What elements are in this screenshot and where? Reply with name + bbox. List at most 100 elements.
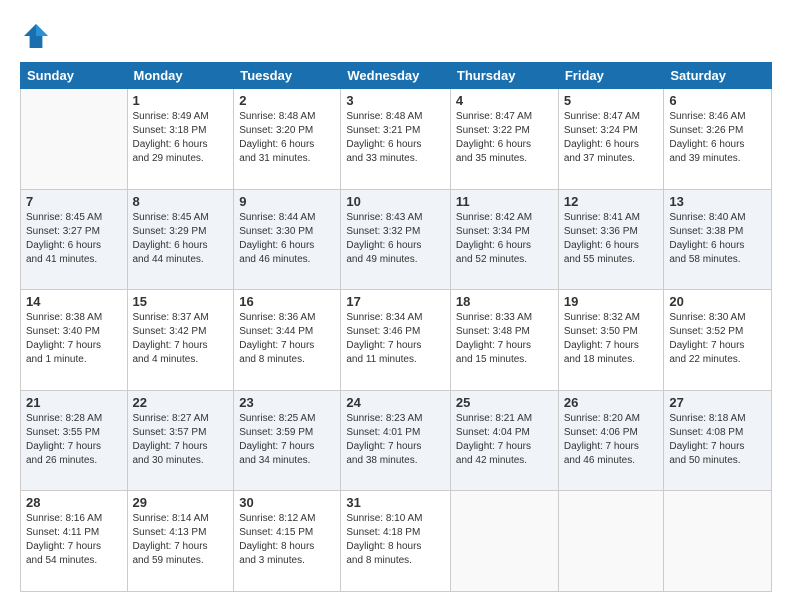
calendar-day-cell: 20 Sunrise: 8:30 AM Sunset: 3:52 PM Dayli… [664, 290, 772, 391]
day-info: Sunrise: 8:48 AM Sunset: 3:21 PM Dayligh… [346, 110, 445, 166]
weekday-header-monday: Monday [127, 63, 234, 89]
calendar-day-cell: 23Sunrise: 8:25 AM Sunset: 3:59 PM Dayli… [234, 390, 341, 491]
day-info: Sunrise: 8:47 AM Sunset: 3:22 PM Dayligh… [456, 110, 553, 166]
day-number: 11 [456, 194, 553, 209]
day-info: Sunrise: 8:10 AM Sunset: 4:18 PM Dayligh… [346, 512, 445, 568]
weekday-header-row: SundayMondayTuesdayWednesdayThursdayFrid… [21, 63, 772, 89]
header [20, 20, 772, 52]
day-info: Sunrise: 8:41 AM Sunset: 3:36 PM Dayligh… [564, 211, 659, 267]
day-number: 31 [346, 495, 445, 510]
day-number: 17 [346, 294, 445, 309]
calendar-day-cell: 28 Sunrise: 8:16 AM Sunset: 4:11 PM Dayli… [21, 491, 128, 592]
day-number: 4 [456, 93, 553, 108]
calendar-week-row: 21 Sunrise: 8:28 AM Sunset: 3:55 PM Dayli… [21, 390, 772, 491]
day-number: 30 [239, 495, 335, 510]
calendar-day-cell: 16Sunrise: 8:36 AM Sunset: 3:44 PM Dayli… [234, 290, 341, 391]
calendar-week-row: 7 Sunrise: 8:45 AM Sunset: 3:27 PM Daylig… [21, 189, 772, 290]
day-info: Sunrise: 8:14 AM Sunset: 4:13 PM Dayligh… [133, 512, 229, 568]
day-number: 3 [346, 93, 445, 108]
weekday-header-saturday: Saturday [664, 63, 772, 89]
day-number: 5 [564, 93, 659, 108]
calendar-day-cell: 6 Sunrise: 8:46 AM Sunset: 3:26 PM Daylig… [664, 89, 772, 190]
logo-icon [20, 20, 52, 52]
calendar-day-cell: 27 Sunrise: 8:18 AM Sunset: 4:08 PM Dayli… [664, 390, 772, 491]
calendar-day-cell [21, 89, 128, 190]
day-info: Sunrise: 8:30 AM Sunset: 3:52 PM Dayligh… [669, 311, 766, 367]
calendar-day-cell: 12 Sunrise: 8:41 AM Sunset: 3:36 PM Dayli… [558, 189, 664, 290]
calendar-week-row: 1 Sunrise: 8:49 AM Sunset: 3:18 PM Daylig… [21, 89, 772, 190]
day-number: 15 [133, 294, 229, 309]
day-info: Sunrise: 8:21 AM Sunset: 4:04 PM Dayligh… [456, 412, 553, 468]
day-number: 22 [133, 395, 229, 410]
day-info: Sunrise: 8:18 AM Sunset: 4:08 PM Dayligh… [669, 412, 766, 468]
day-number: 13 [669, 194, 766, 209]
day-number: 7 [26, 194, 122, 209]
day-number: 24 [346, 395, 445, 410]
page: SundayMondayTuesdayWednesdayThursdayFrid… [0, 0, 792, 612]
day-info: Sunrise: 8:33 AM Sunset: 3:48 PM Dayligh… [456, 311, 553, 367]
weekday-header-friday: Friday [558, 63, 664, 89]
day-number: 12 [564, 194, 659, 209]
calendar-day-cell: 11Sunrise: 8:42 AM Sunset: 3:34 PM Dayli… [450, 189, 558, 290]
calendar-day-cell: 29 Sunrise: 8:14 AM Sunset: 4:13 PM Dayli… [127, 491, 234, 592]
day-info: Sunrise: 8:40 AM Sunset: 3:38 PM Dayligh… [669, 211, 766, 267]
calendar-day-cell: 31 Sunrise: 8:10 AM Sunset: 4:18 PM Dayli… [341, 491, 451, 592]
calendar-day-cell: 9Sunrise: 8:44 AM Sunset: 3:30 PM Daylig… [234, 189, 341, 290]
day-info: Sunrise: 8:48 AM Sunset: 3:20 PM Dayligh… [239, 110, 335, 166]
day-info: Sunrise: 8:37 AM Sunset: 3:42 PM Dayligh… [133, 311, 229, 367]
calendar-day-cell: 17 Sunrise: 8:34 AM Sunset: 3:46 PM Dayli… [341, 290, 451, 391]
calendar-day-cell: 21 Sunrise: 8:28 AM Sunset: 3:55 PM Dayli… [21, 390, 128, 491]
calendar-day-cell [450, 491, 558, 592]
calendar-day-cell: 15 Sunrise: 8:37 AM Sunset: 3:42 PM Dayli… [127, 290, 234, 391]
day-number: 20 [669, 294, 766, 309]
calendar-day-cell: 30Sunrise: 8:12 AM Sunset: 4:15 PM Dayli… [234, 491, 341, 592]
day-number: 25 [456, 395, 553, 410]
day-info: Sunrise: 8:36 AM Sunset: 3:44 PM Dayligh… [239, 311, 335, 367]
day-info: Sunrise: 8:46 AM Sunset: 3:26 PM Dayligh… [669, 110, 766, 166]
calendar-day-cell: 3 Sunrise: 8:48 AM Sunset: 3:21 PM Daylig… [341, 89, 451, 190]
day-number: 21 [26, 395, 122, 410]
weekday-header-sunday: Sunday [21, 63, 128, 89]
weekday-header-tuesday: Tuesday [234, 63, 341, 89]
calendar-day-cell: 10 Sunrise: 8:43 AM Sunset: 3:32 PM Dayli… [341, 189, 451, 290]
calendar-day-cell: 7 Sunrise: 8:45 AM Sunset: 3:27 PM Daylig… [21, 189, 128, 290]
day-number: 8 [133, 194, 229, 209]
day-number: 14 [26, 294, 122, 309]
day-number: 19 [564, 294, 659, 309]
day-info: Sunrise: 8:32 AM Sunset: 3:50 PM Dayligh… [564, 311, 659, 367]
day-number: 27 [669, 395, 766, 410]
day-number: 6 [669, 93, 766, 108]
day-info: Sunrise: 8:27 AM Sunset: 3:57 PM Dayligh… [133, 412, 229, 468]
calendar-day-cell [558, 491, 664, 592]
calendar-table: SundayMondayTuesdayWednesdayThursdayFrid… [20, 62, 772, 592]
calendar-week-row: 14 Sunrise: 8:38 AM Sunset: 3:40 PM Dayli… [21, 290, 772, 391]
day-number: 18 [456, 294, 553, 309]
day-info: Sunrise: 8:44 AM Sunset: 3:30 PM Dayligh… [239, 211, 335, 267]
calendar-day-cell: 13 Sunrise: 8:40 AM Sunset: 3:38 PM Dayli… [664, 189, 772, 290]
day-info: Sunrise: 8:23 AM Sunset: 4:01 PM Dayligh… [346, 412, 445, 468]
day-info: Sunrise: 8:43 AM Sunset: 3:32 PM Dayligh… [346, 211, 445, 267]
day-info: Sunrise: 8:47 AM Sunset: 3:24 PM Dayligh… [564, 110, 659, 166]
calendar-day-cell: 14 Sunrise: 8:38 AM Sunset: 3:40 PM Dayli… [21, 290, 128, 391]
day-info: Sunrise: 8:20 AM Sunset: 4:06 PM Dayligh… [564, 412, 659, 468]
day-number: 29 [133, 495, 229, 510]
day-info: Sunrise: 8:45 AM Sunset: 3:29 PM Dayligh… [133, 211, 229, 267]
day-info: Sunrise: 8:34 AM Sunset: 3:46 PM Dayligh… [346, 311, 445, 367]
day-number: 1 [133, 93, 229, 108]
calendar-day-cell: 18 Sunrise: 8:33 AM Sunset: 3:48 PM Dayli… [450, 290, 558, 391]
day-info: Sunrise: 8:38 AM Sunset: 3:40 PM Dayligh… [26, 311, 122, 367]
day-info: Sunrise: 8:16 AM Sunset: 4:11 PM Dayligh… [26, 512, 122, 568]
logo [20, 20, 56, 52]
day-info: Sunrise: 8:28 AM Sunset: 3:55 PM Dayligh… [26, 412, 122, 468]
day-number: 10 [346, 194, 445, 209]
day-info: Sunrise: 8:45 AM Sunset: 3:27 PM Dayligh… [26, 211, 122, 267]
day-info: Sunrise: 8:25 AM Sunset: 3:59 PM Dayligh… [239, 412, 335, 468]
calendar-day-cell: 5 Sunrise: 8:47 AM Sunset: 3:24 PM Daylig… [558, 89, 664, 190]
calendar-day-cell: 2 Sunrise: 8:48 AM Sunset: 3:20 PM Daylig… [234, 89, 341, 190]
weekday-header-thursday: Thursday [450, 63, 558, 89]
day-number: 28 [26, 495, 122, 510]
day-number: 26 [564, 395, 659, 410]
calendar-day-cell: 25 Sunrise: 8:21 AM Sunset: 4:04 PM Dayli… [450, 390, 558, 491]
day-number: 2 [239, 93, 335, 108]
day-info: Sunrise: 8:49 AM Sunset: 3:18 PM Dayligh… [133, 110, 229, 166]
